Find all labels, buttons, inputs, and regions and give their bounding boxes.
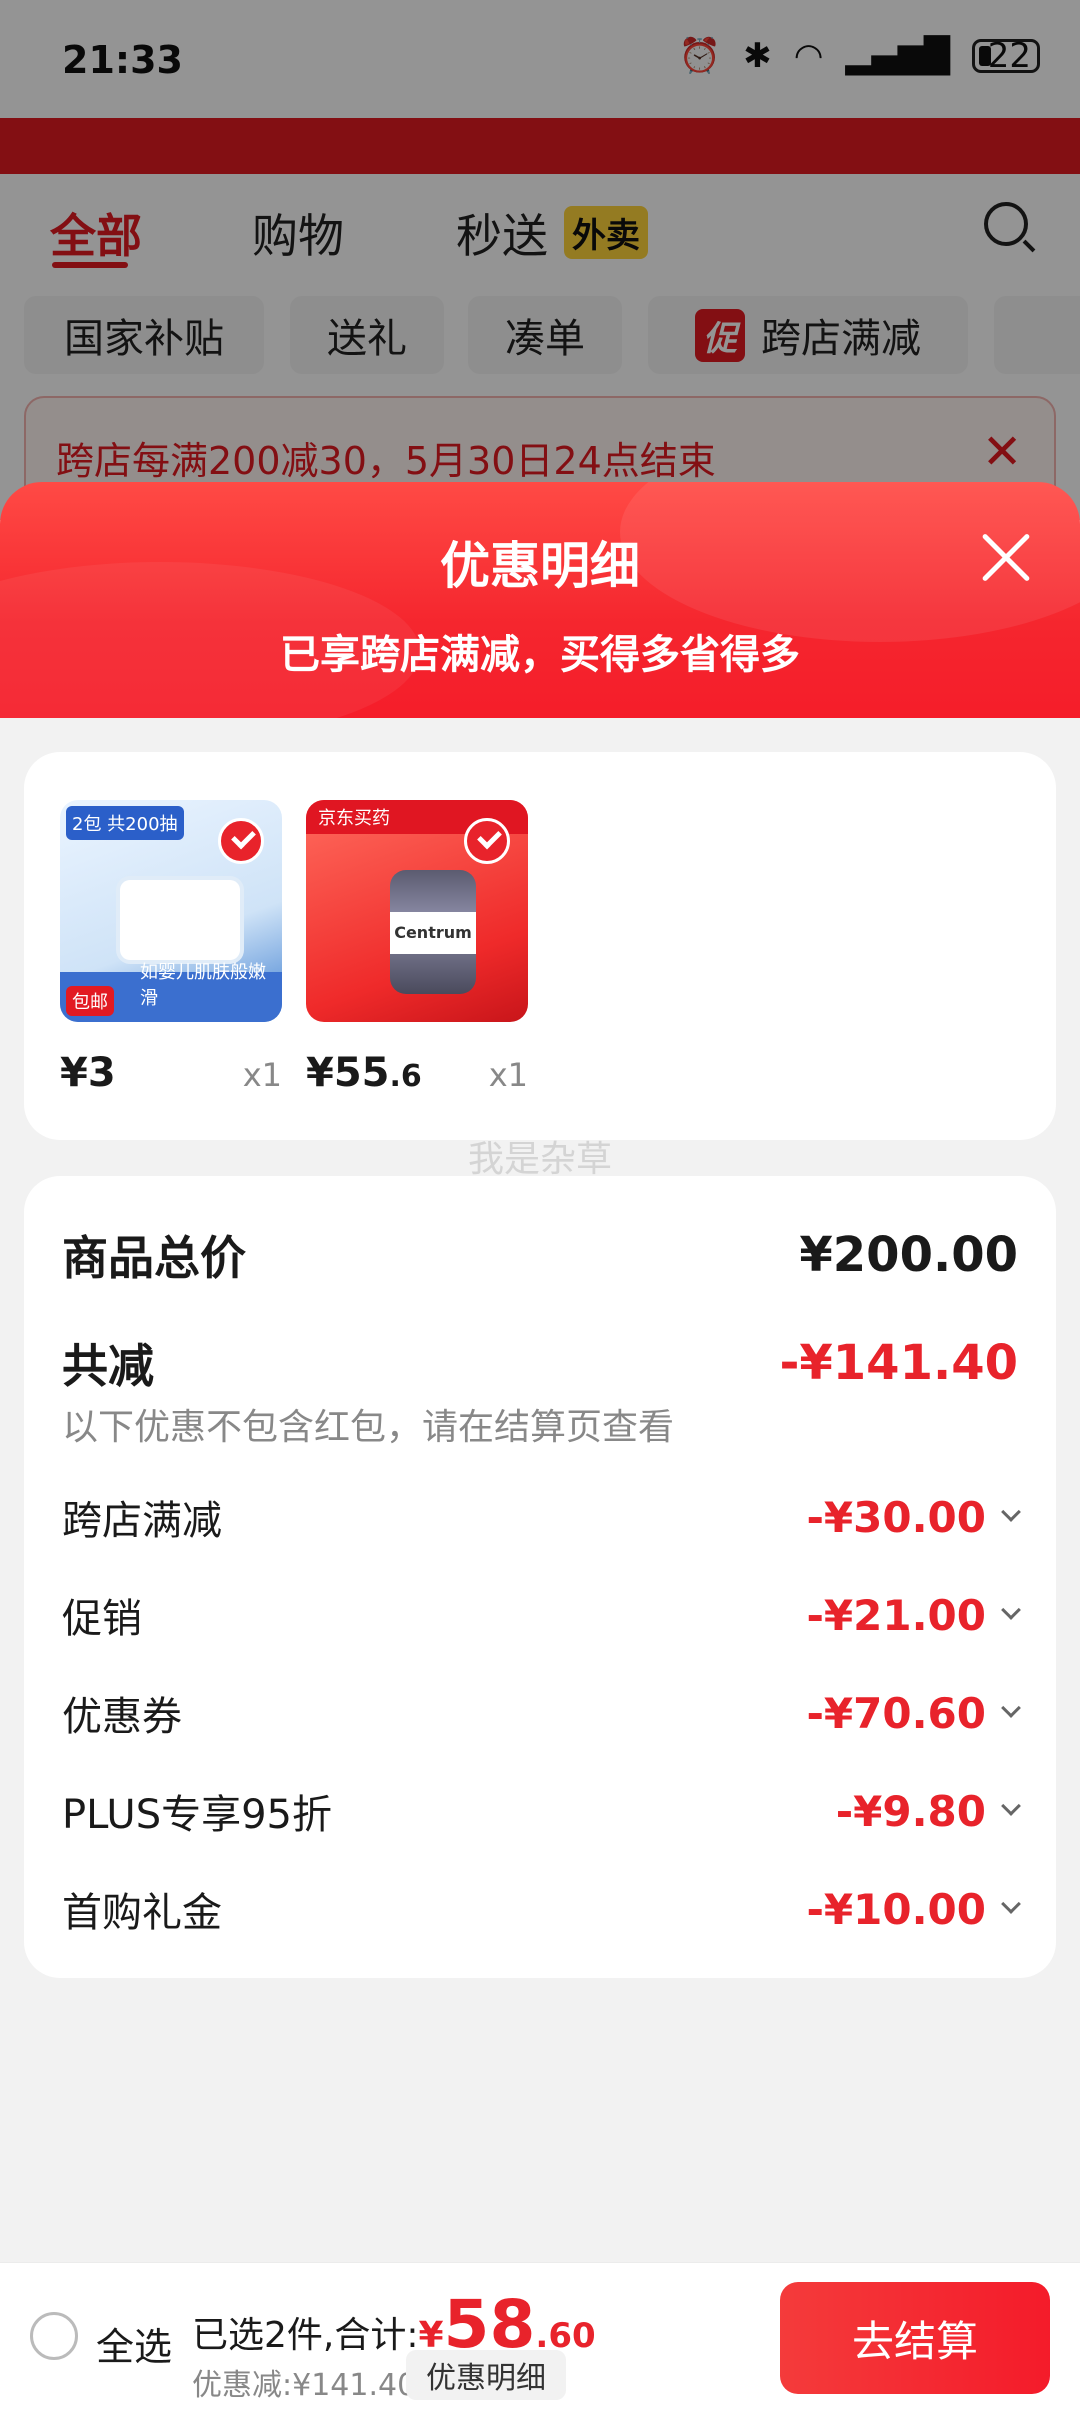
- discount-value: -¥30.00: [806, 1493, 1021, 1542]
- summary-label: 已选2件,合计:: [192, 2315, 419, 2356]
- discount-note: 以下优惠不包含红包，请在结算页查看: [62, 1407, 675, 1448]
- saved-amount: 优惠减:¥141.40: [192, 2368, 417, 2403]
- discount-row-coupon[interactable]: 优惠券 -¥70.60: [62, 1684, 1021, 1742]
- product-qty: x1: [488, 1056, 528, 1094]
- free-shipping-tag: 包邮: [66, 986, 114, 1016]
- checkout-button[interactable]: 去结算: [780, 2282, 1050, 2394]
- chevron-down-icon: [1001, 1502, 1021, 1522]
- product-price: ¥55.6: [306, 1050, 422, 1096]
- bottle-label: Centrum: [390, 912, 476, 954]
- close-icon[interactable]: [972, 524, 1040, 592]
- checked-icon[interactable]: [464, 818, 510, 864]
- discount-value: -¥70.60: [806, 1689, 1021, 1738]
- select-all-radio[interactable]: [30, 2312, 78, 2360]
- discount-row-plus[interactable]: PLUS专享95折 -¥9.80: [62, 1782, 1021, 1840]
- sheet-subtitle: 已享跨店满减，买得多省得多: [280, 632, 800, 678]
- total-price-row: 商品总价 ¥200.00: [62, 1222, 1018, 1288]
- select-all-label[interactable]: 全选: [96, 2316, 172, 2371]
- checked-icon[interactable]: [218, 818, 264, 864]
- product-item[interactable]: 2包 共200抽 包邮 如婴儿肌肤般嫩滑 ¥3 x1: [60, 800, 282, 1096]
- discount-label: 优惠券: [62, 1694, 182, 1740]
- discount-value: -¥9.80: [836, 1787, 1021, 1836]
- pharmacy-label: 京东买药: [318, 808, 390, 829]
- discount-label: PLUS专享95折: [62, 1792, 332, 1838]
- chevron-down-icon: [1001, 1796, 1021, 1816]
- product-image[interactable]: 京东买药 Centrum: [306, 800, 528, 1022]
- product-qty: x1: [242, 1056, 282, 1094]
- discount-row-cross-store[interactable]: 跨店满减 -¥30.00: [62, 1488, 1021, 1546]
- total-price-value: ¥200.00: [799, 1227, 1018, 1283]
- product-package: [120, 880, 240, 960]
- discount-row-first-purchase[interactable]: 首购礼金 -¥10.00: [62, 1880, 1021, 1938]
- chevron-down-icon: [1001, 1894, 1021, 1914]
- discount-label: 首购礼金: [62, 1890, 222, 1936]
- discount-value: -¥10.00: [806, 1885, 1021, 1934]
- discount-label: 跨店满减: [62, 1498, 222, 1544]
- total-price-label: 商品总价: [62, 1231, 246, 1285]
- total-reduce-row: 共减 -¥141.40: [62, 1330, 1018, 1396]
- chevron-down-icon: [1001, 1600, 1021, 1620]
- sheet-header: [0, 482, 1080, 718]
- product-slogan: 如婴儿肌肤般嫩滑: [140, 962, 266, 1009]
- discount-row-promotion[interactable]: 促销 -¥21.00: [62, 1586, 1021, 1644]
- pack-badge: 2包 共200抽: [66, 806, 184, 840]
- product-price: ¥3: [60, 1050, 116, 1096]
- discount-label: 促销: [62, 1596, 142, 1642]
- discount-detail-button[interactable]: 优惠明细: [406, 2350, 566, 2400]
- dim-overlay[interactable]: [0, 0, 1080, 520]
- total-reduce-value: -¥141.40: [779, 1335, 1018, 1391]
- watermark: 我是杂草: [467, 1139, 612, 1180]
- discount-detail-card: [24, 1176, 1056, 1978]
- chevron-down-icon: [1001, 1698, 1021, 1718]
- product-image[interactable]: 2包 共200抽 包邮 如婴儿肌肤般嫩滑: [60, 800, 282, 1022]
- total-reduce-label: 共减: [62, 1339, 154, 1393]
- product-item[interactable]: 京东买药 Centrum ¥55.6 x1: [306, 800, 528, 1096]
- sheet-title: 优惠明细: [440, 537, 640, 595]
- discount-value: -¥21.00: [806, 1591, 1021, 1640]
